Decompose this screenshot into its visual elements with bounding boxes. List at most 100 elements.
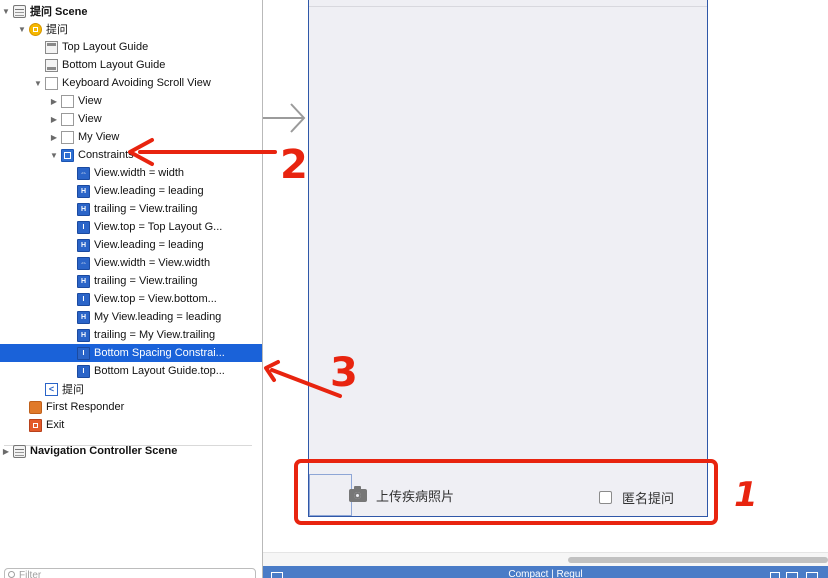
- anonymous-question-toggle[interactable]: 匿名提问: [599, 488, 674, 507]
- disclosure-down-icon[interactable]: ▼: [1, 2, 11, 20]
- outline-row[interactable]: I View.top = Top Layout G...: [0, 218, 262, 236]
- disclosure-right-icon[interactable]: ▶: [49, 92, 59, 110]
- scrollbar-thumb[interactable]: [568, 557, 828, 563]
- top-layout-guide-icon: [45, 40, 58, 54]
- outline-row[interactable]: ▶ View: [0, 110, 262, 128]
- leading-constraint-icon: H: [77, 238, 90, 252]
- size-class-bar[interactable]: Compact | Regul: [263, 566, 828, 578]
- disclosure-right-icon[interactable]: ▶: [1, 442, 11, 460]
- outline-row-label: trailing = View.trailing: [94, 275, 198, 287]
- view-controller-icon: [29, 22, 42, 36]
- outline-row[interactable]: ▶ Navigation Controller Scene: [0, 442, 262, 460]
- pin-icon[interactable]: [786, 572, 798, 578]
- outline-row[interactable]: Htrailing = My View.trailing: [0, 326, 262, 344]
- filter-placeholder: Filter: [19, 570, 42, 578]
- upload-photo-button[interactable]: 上传疾病照片: [349, 486, 454, 505]
- vertical-constraint-icon: I: [77, 292, 90, 306]
- disclosure-right-icon[interactable]: ▶: [49, 110, 59, 128]
- trailing-constraint-icon: H: [77, 202, 90, 216]
- outline-row-label: trailing = View.trailing: [94, 203, 198, 215]
- bottom-toolbar-view[interactable]: 上传疾病照片 匿名提问: [309, 470, 707, 516]
- width-constraint-icon: ⇔: [77, 256, 90, 270]
- outline-row-label: Bottom Layout Guide: [62, 59, 166, 71]
- outline-row[interactable]: First Responder: [0, 398, 262, 416]
- outline-row-label: My View.leading = leading: [94, 311, 222, 323]
- outline-row-label: Exit: [46, 419, 65, 431]
- outline-row[interactable]: ▼ 提问 Scene: [0, 2, 262, 20]
- outline-row-label: View: [78, 95, 102, 107]
- outline-row[interactable]: Exit: [0, 416, 262, 434]
- outline-row-label: View.top = View.bottom...: [94, 293, 217, 305]
- disclosure-down-icon[interactable]: ▼: [17, 20, 27, 38]
- view-icon: [61, 112, 74, 126]
- align-icon[interactable]: [770, 572, 780, 578]
- back-item-icon: <: [45, 382, 58, 396]
- upload-photo-label: 上传疾病照片: [376, 489, 455, 504]
- disclosure-down-icon[interactable]: ▼: [49, 146, 59, 164]
- outline-row[interactable]: H View.leading = leading: [0, 182, 262, 200]
- outline-row-label: 提问: [62, 384, 84, 396]
- outline-row-label: View.width = width: [94, 167, 184, 179]
- toggle-outline-icon[interactable]: [271, 572, 283, 578]
- outline-row[interactable]: ⇔ View.width = width: [0, 164, 262, 182]
- resolve-icon[interactable]: [806, 572, 818, 578]
- storyboard-canvas[interactable]: 上传疾病照片 匿名提问 Compact | Regul: [263, 0, 828, 578]
- outline-row-label: trailing = My View.trailing: [94, 329, 216, 341]
- filter-field[interactable]: Filter: [4, 568, 256, 578]
- disclosure-down-icon[interactable]: ▼: [33, 74, 43, 92]
- trailing-constraint-icon: H: [77, 328, 90, 342]
- first-responder-icon: [29, 400, 42, 414]
- outline-row[interactable]: ▼ 提问: [0, 20, 262, 38]
- outline-row[interactable]: < 提问: [0, 380, 262, 398]
- vertical-constraint-icon: I: [77, 364, 90, 378]
- outline-row[interactable]: Top Layout Guide: [0, 38, 262, 56]
- horizontal-scrollbar[interactable]: [263, 552, 828, 567]
- outline-row-label: Keyboard Avoiding Scroll View: [62, 77, 211, 89]
- anonymous-checkbox[interactable]: [599, 491, 612, 504]
- outline-row[interactable]: ▼ Constraints: [0, 146, 262, 164]
- outline-row-label: View.top = Top Layout G...: [94, 221, 223, 233]
- outline-row[interactable]: I Bottom Spacing Constrai...: [0, 344, 262, 362]
- width-constraint-icon: ⇔: [77, 166, 90, 180]
- outline-row-label: First Responder: [46, 401, 125, 413]
- disclosure-right-icon[interactable]: ▶: [49, 128, 59, 146]
- outline-row-label: View.leading = leading: [94, 185, 204, 197]
- outline-row[interactable]: ▶ View: [0, 92, 262, 110]
- leading-constraint-icon: H: [77, 310, 90, 324]
- outline-row[interactable]: Bottom Layout Guide: [0, 56, 262, 74]
- outline-row[interactable]: I View.top = View.bottom...: [0, 290, 262, 308]
- outline-row[interactable]: H My View.leading = leading: [0, 308, 262, 326]
- outline-row[interactable]: ▶ My View: [0, 128, 262, 146]
- outline-row-label: Bottom Spacing Constrai...: [94, 347, 225, 359]
- vertical-constraint-icon: I: [77, 220, 90, 234]
- outline-row[interactable]: I Bottom Layout Guide.top...: [0, 362, 262, 380]
- view-icon: [61, 94, 74, 108]
- scene-icon: [13, 4, 26, 18]
- view-icon: [45, 76, 58, 90]
- scene-top-edge: [309, 6, 707, 7]
- constraints-icon: [61, 148, 74, 162]
- view-selection-box: [309, 474, 352, 516]
- outline-row[interactable]: H View.leading = leading: [0, 236, 262, 254]
- leading-constraint-icon: H: [77, 184, 90, 198]
- outline-row[interactable]: Htrailing = View.trailing: [0, 272, 262, 290]
- document-outline: ▼ 提问 Scene ▼ 提问 Top Layout Guide Bottom Layou…: [0, 0, 263, 578]
- outline-row[interactable]: ▼ Keyboard Avoiding Scroll View: [0, 74, 262, 92]
- outline-row[interactable]: Htrailing = View.trailing: [0, 200, 262, 218]
- outline-row-label: My View: [78, 131, 120, 143]
- scene-view-controller-frame[interactable]: 上传疾病照片 匿名提问: [308, 0, 708, 517]
- outline-row-label: Bottom Layout Guide.top...: [94, 365, 225, 377]
- outline-row[interactable]: ⇔ View.width = View.width: [0, 254, 262, 272]
- outline-row-label: View: [78, 113, 102, 125]
- search-icon: [8, 571, 15, 578]
